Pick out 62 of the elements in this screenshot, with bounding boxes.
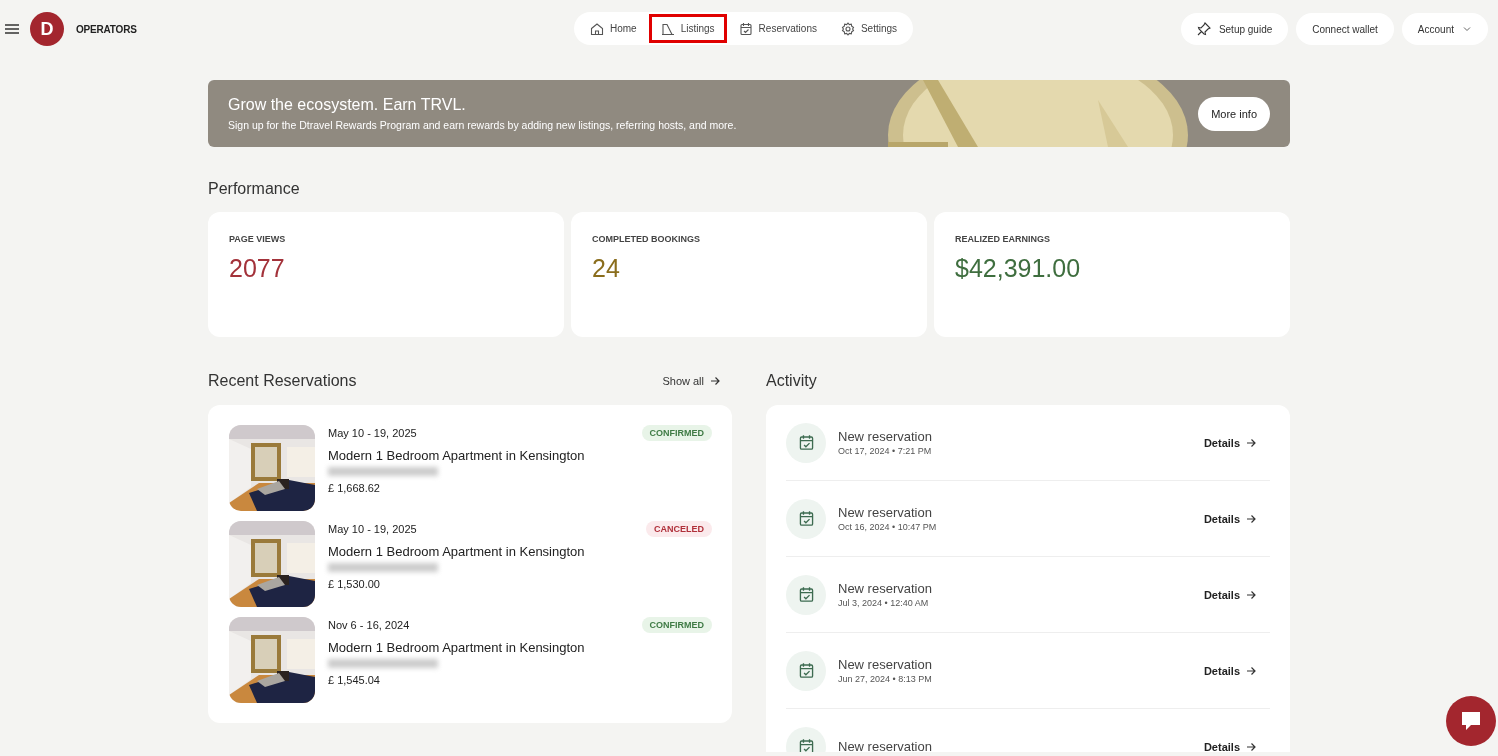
arrow-right-icon [1246, 589, 1256, 600]
details-link[interactable]: Details [1203, 588, 1270, 601]
stat-value: $42,391.00 [955, 254, 1082, 283]
activity-title: New reservation [838, 581, 933, 596]
nav-link[interactable]: Home [578, 14, 649, 43]
stat-label: REALIZED EARNINGS [955, 234, 1051, 244]
arrow-right-icon [1246, 741, 1256, 752]
banner-text: Sign up for the Dtravel Rewards Program and earn rewards by adding new listings, referring hosts, and more. [228, 119, 738, 131]
pin-icon [1196, 22, 1211, 36]
section-title: Activity [766, 372, 817, 390]
reservation-price: £ 1,545.04 [328, 674, 381, 686]
chevron-down-icon [1462, 24, 1472, 34]
reservation-dates: May 10 - 19, 2025 [328, 427, 417, 439]
activity-title: New reservation [838, 657, 933, 672]
activity-time: Oct 16, 2024 • 10:47 PM [838, 522, 938, 532]
reservation-dates: Nov 6 - 16, 2024 [328, 619, 410, 631]
nav-link[interactable]: Settings [828, 14, 910, 43]
arrow-right-icon [710, 376, 720, 386]
section-title: Performance [208, 180, 301, 198]
stat-label: PAGE VIEWS [229, 234, 287, 244]
details-link[interactable]: Details [1203, 664, 1270, 677]
reservation-price: £ 1,668.62 [328, 482, 381, 494]
arrow-right-icon [1246, 437, 1256, 448]
reservation-price: £ 1,530.00 [328, 578, 381, 590]
more-info-button[interactable]: More info [1198, 96, 1270, 131]
stat-value: 2077 [229, 254, 286, 283]
activity-time: Jul 3, 2024 • 12:40 AM [838, 598, 930, 608]
status-badge: CONFIRMED [641, 425, 712, 441]
listing-title[interactable]: Modern 1 Bedroom Apartment in Kensington [328, 640, 712, 655]
brand-name: OPERATORS [76, 23, 137, 35]
menu-icon[interactable] [4, 21, 20, 37]
calendar-check-icon [738, 21, 753, 36]
status-badge: CONFIRMED [641, 617, 712, 633]
nav-link[interactable]: Reservations [726, 14, 829, 43]
setup-guide-button[interactable]: Setup guide [1180, 13, 1289, 45]
settings-icon [840, 21, 855, 36]
details-link[interactable]: Details [1203, 740, 1270, 752]
building-icon [660, 21, 675, 36]
status-badge: CANCELED [646, 521, 712, 537]
details-link[interactable]: Details [1203, 512, 1270, 525]
show-all-link[interactable]: Show all [662, 375, 732, 387]
arrow-right-icon [1246, 513, 1256, 524]
logo[interactable]: D [30, 12, 64, 46]
section-title: Recent Reservations [208, 372, 357, 390]
reservation-dates: May 10 - 19, 2025 [328, 523, 417, 535]
nav-link[interactable]: Listings [648, 14, 727, 43]
listing-title[interactable]: Modern 1 Bedroom Apartment in Kensington [328, 544, 712, 559]
activity-title: New reservation [838, 505, 933, 520]
activity-time: Jun 27, 2024 • 8:13 PM [838, 674, 933, 684]
stat-value: 24 [592, 254, 621, 283]
stat-label: COMPLETED BOOKINGS [592, 234, 701, 244]
banner-title: Grow the ecosystem. Earn TRVL. [228, 96, 467, 114]
arrow-right-icon [1246, 665, 1256, 676]
connect-wallet-button[interactable]: Connect wallet [1296, 13, 1394, 45]
details-link[interactable]: Details [1203, 436, 1270, 449]
chat-button[interactable] [1446, 696, 1496, 746]
activity-title: New reservation [838, 429, 933, 444]
home-icon [590, 21, 604, 36]
activity-time: Oct 17, 2024 • 7:21 PM [838, 446, 933, 456]
account-button[interactable]: Account [1401, 13, 1488, 45]
listing-title[interactable]: Modern 1 Bedroom Apartment in Kensington [328, 448, 712, 463]
activity-title: New reservation [838, 739, 933, 752]
